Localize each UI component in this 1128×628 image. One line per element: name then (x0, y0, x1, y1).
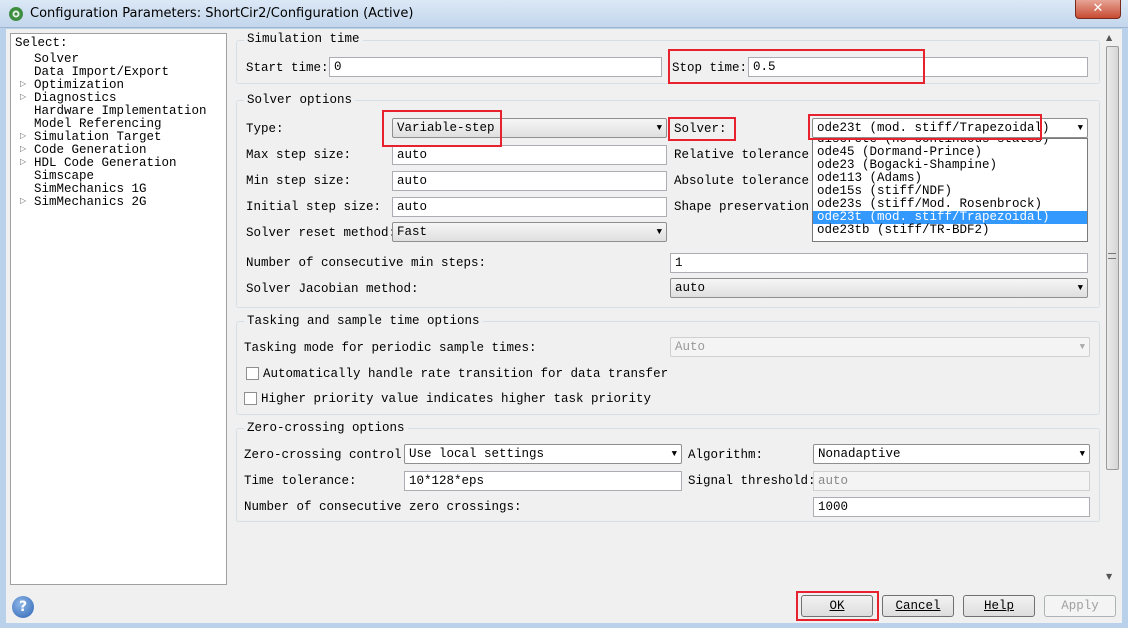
highlight-box-solver-label (668, 117, 736, 141)
expand-arrow-icon[interactable]: ▷ (20, 144, 29, 153)
solver-options-title: Solver options (244, 93, 356, 107)
scroll-up-arrow-icon[interactable]: ▲ (1106, 33, 1112, 42)
time-tolerance-label: Time tolerance: (244, 474, 357, 488)
chevron-down-icon: ▼ (1079, 449, 1085, 459)
expand-arrow-icon[interactable]: ▷ (20, 79, 29, 88)
relative-tolerance-label: Relative tolerance: (674, 148, 817, 162)
solver-jacobian-method-dropdown[interactable]: auto ▼ (670, 278, 1088, 298)
highlight-box-solver-type (382, 110, 502, 147)
tasking-mode-value: Auto (675, 340, 706, 354)
close-window-button[interactable]: ✕ (1075, 0, 1121, 19)
cancel-button-label: Cancel (895, 599, 941, 613)
consecutive-min-steps-label: Number of consecutive min steps: (246, 256, 487, 270)
shape-preservation-label: Shape preservation: (674, 200, 817, 214)
tasking-title: Tasking and sample time options (244, 314, 483, 328)
start-time-input[interactable]: 0 (329, 57, 662, 77)
expand-arrow-icon[interactable]: ▷ (20, 131, 29, 140)
initial-step-size-input[interactable]: auto (392, 197, 667, 217)
highlight-box-ok-button (796, 591, 879, 621)
solver-reset-method-dropdown[interactable]: Fast ▼ (392, 222, 667, 242)
zero-crossing-control-dropdown[interactable]: Use local settings ▼ (404, 444, 682, 464)
absolute-tolerance-label: Absolute tolerance: (674, 174, 817, 188)
window-title: Configuration Parameters: ShortCir2/Conf… (30, 6, 414, 21)
chevron-down-icon: ▼ (656, 227, 662, 237)
chevron-down-icon: ▼ (1077, 123, 1083, 133)
start-time-label: Start time: (246, 61, 329, 75)
tree-item[interactable]: SimMechanics 2G (34, 196, 147, 209)
chevron-down-icon: ▼ (656, 123, 662, 133)
task-priority-checkbox[interactable] (244, 392, 257, 405)
chevron-down-icon: ▼ (1077, 283, 1083, 293)
simulation-time-title: Simulation time (244, 32, 363, 46)
select-label: Select: (15, 36, 68, 50)
max-step-size-label: Max step size: (246, 148, 352, 162)
zero-crossing-title: Zero-crossing options (244, 421, 408, 435)
initial-step-size-label: Initial step size: (246, 200, 382, 214)
max-step-size-input[interactable]: auto (392, 145, 667, 165)
solver-reset-method-value: Fast (397, 225, 428, 239)
consecutive-min-steps-input[interactable]: 1 (670, 253, 1088, 273)
min-step-size-label: Min step size: (246, 174, 352, 188)
simulink-app-icon (9, 7, 23, 21)
expand-arrow-icon[interactable]: ▷ (20, 196, 29, 205)
highlight-box-stop-time (668, 49, 925, 84)
highlight-box-solver-value (808, 114, 1042, 140)
task-priority-label: Higher priority value indicates higher t… (261, 392, 652, 406)
rate-transition-label: Automatically handle rate transition for… (263, 367, 669, 381)
consecutive-zero-crossings-input[interactable]: 1000 (813, 497, 1090, 517)
signal-threshold-input[interactable]: auto (813, 471, 1090, 491)
apply-button[interactable]: Apply (1044, 595, 1116, 617)
min-step-size-input[interactable]: auto (392, 171, 667, 191)
solver-option[interactable]: ode23tb (stiff/TR-BDF2) (813, 224, 1087, 237)
help-button-label: Help (983, 599, 1014, 613)
tasking-mode-dropdown[interactable]: Auto ▼ (670, 337, 1090, 357)
help-question-icon[interactable]: ? (12, 596, 34, 618)
apply-button-label: Apply (1061, 599, 1099, 613)
consecutive-zero-crossings-label: Number of consecutive zero crossings: (244, 500, 522, 514)
tasking-mode-label: Tasking mode for periodic sample times: (244, 341, 537, 355)
time-tolerance-input[interactable]: 10*128*eps (404, 471, 682, 491)
cancel-button[interactable]: Cancel (882, 595, 954, 617)
chevron-down-icon: ▼ (1079, 342, 1085, 352)
rate-transition-checkbox[interactable] (246, 367, 259, 380)
zero-crossing-control-value: Use local settings (409, 447, 545, 461)
solver-reset-method-label: Solver reset method: (246, 226, 397, 240)
help-button[interactable]: Help (963, 595, 1035, 617)
algorithm-value: Nonadaptive (818, 447, 901, 461)
signal-threshold-label: Signal threshold: (688, 474, 816, 488)
scroll-grip-icon (1108, 253, 1116, 259)
solver-dropdown-list[interactable]: discrete (no continuous states) ode45 (Do… (812, 138, 1088, 242)
panel-splitter[interactable] (228, 33, 234, 585)
expand-arrow-icon[interactable]: ▷ (20, 92, 29, 101)
algorithm-label: Algorithm: (688, 448, 764, 462)
zero-crossing-control-label: Zero-crossing control: (244, 448, 410, 462)
solver-type-label: Type: (246, 122, 284, 136)
category-tree[interactable]: Select: Solver Data Import/Export ▷ Optimiz… (10, 33, 227, 585)
solver-jacobian-method-value: auto (675, 281, 706, 295)
expand-arrow-icon[interactable]: ▷ (20, 157, 29, 166)
scroll-down-arrow-icon[interactable]: ▼ (1106, 572, 1112, 581)
chevron-down-icon: ▼ (671, 449, 677, 459)
solver-jacobian-method-label: Solver Jacobian method: (246, 282, 419, 296)
algorithm-dropdown[interactable]: Nonadaptive ▼ (813, 444, 1090, 464)
